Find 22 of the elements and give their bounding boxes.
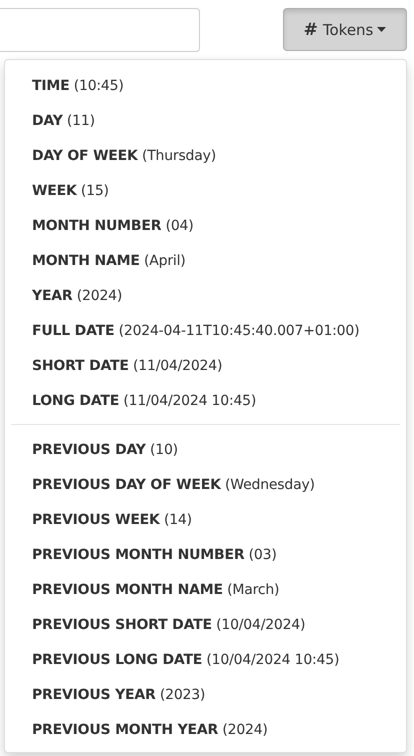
- menu-item[interactable]: YEAR (2024): [5, 278, 406, 313]
- menu-item[interactable]: PREVIOUS SHORT DATE (10/04/2024): [5, 607, 406, 642]
- menu-item[interactable]: TIME (10:45): [5, 68, 406, 103]
- menu-item[interactable]: PREVIOUS MONTH YEAR (2024): [5, 712, 406, 747]
- tokens-button[interactable]: # Tokens: [283, 8, 407, 51]
- menu-item[interactable]: WEEK (15): [5, 173, 406, 208]
- menu-item[interactable]: PREVIOUS DAY (10): [5, 432, 406, 467]
- menu-item[interactable]: PREVIOUS MONTH NAME (March): [5, 572, 406, 607]
- menu-item[interactable]: PREVIOUS MONTH NUMBER (03): [5, 537, 406, 572]
- text-input-field[interactable]: [0, 8, 200, 52]
- menu-item[interactable]: PREVIOUS YEAR (2023): [5, 677, 406, 712]
- menu-item[interactable]: DAY (11): [5, 103, 406, 138]
- menu-item[interactable]: FULL DATE (2024-04-11T10:45:40.007+01:00): [5, 313, 406, 348]
- caret-icon: [377, 27, 386, 32]
- menu-item[interactable]: DAY OF WEEK (Thursday): [5, 138, 406, 173]
- menu-item[interactable]: MONTH NAME (April): [5, 243, 406, 278]
- menu-item[interactable]: SHORT DATE (11/04/2024): [5, 348, 406, 383]
- menu-item[interactable]: PREVIOUS WEEK (14): [5, 502, 406, 537]
- menu-item[interactable]: PREVIOUS LONG DATE (10/04/2024 10:45): [5, 642, 406, 677]
- menu-item[interactable]: LONG DATE (11/04/2024 10:45): [5, 383, 406, 418]
- menu-item[interactable]: MONTH NUMBER (04): [5, 208, 406, 243]
- menu-item[interactable]: PREVIOUS DAY OF WEEK (Wednesday): [5, 467, 406, 502]
